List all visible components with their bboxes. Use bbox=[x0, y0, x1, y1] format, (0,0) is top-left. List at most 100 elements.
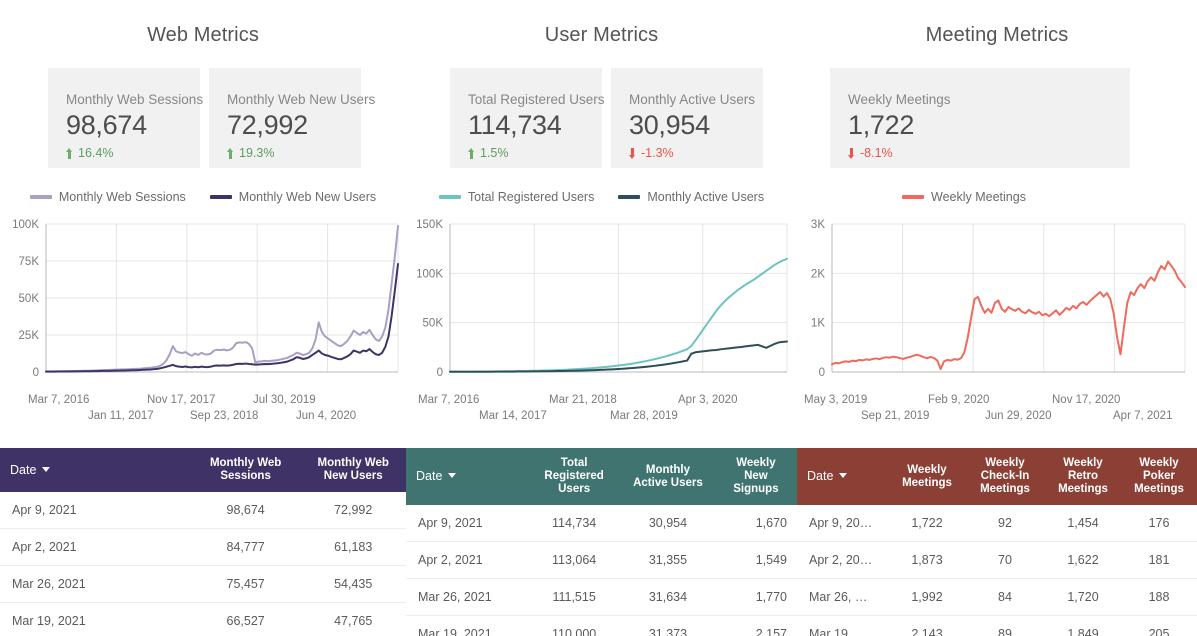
column-header-weekly-new-signups[interactable]: Weekly New Signups bbox=[714, 448, 797, 505]
table-row[interactable]: Apr 9, 2021 98,674 72,992 bbox=[0, 492, 406, 529]
kpi-delta: 19.3% bbox=[227, 145, 361, 161]
cell-date: Apr 9, 20… bbox=[797, 505, 889, 542]
cell-value: 2,157 bbox=[714, 615, 797, 636]
cell-value: 70 bbox=[965, 541, 1045, 579]
x-axis-user: Mar 7, 2016 Mar 14, 2017 Mar 21, 2018 Ma… bbox=[406, 394, 797, 434]
y-tick-label: 2K bbox=[811, 268, 825, 280]
x-axis-web: Mar 7, 2016 Jan 11, 2017 Nov 17, 2017 Se… bbox=[0, 394, 406, 434]
panel-meeting-metrics: Meeting Metrics Weekly Meetings 1,722 -8… bbox=[797, 0, 1197, 636]
column-header-date[interactable]: Date bbox=[406, 448, 528, 505]
arrow-down-icon bbox=[848, 147, 855, 159]
table-row[interactable]: Mar 19, 2021 110,000 31,373 2,157 bbox=[406, 615, 797, 636]
legend-item[interactable]: Monthly Web Sessions bbox=[29, 190, 186, 204]
kpi-card-total-registered-users[interactable]: Total Registered Users 114,734 1.5% bbox=[450, 68, 605, 168]
kpi-card-weekly-meetings[interactable]: Weekly Meetings 1,722 -8.1% bbox=[830, 68, 1130, 168]
table-body: Apr 9, 2021 98,674 72,992 Apr 2, 2021 84,777… bbox=[0, 492, 406, 636]
legend-label: Monthly Web New Users bbox=[238, 190, 377, 204]
kpi-delta: -8.1% bbox=[848, 145, 1130, 161]
legend-label: Monthly Web Sessions bbox=[58, 190, 186, 204]
column-header-date[interactable]: Date bbox=[0, 448, 191, 492]
chart-web-metrics[interactable]: 0 25K 50K 75K 100K bbox=[0, 214, 406, 394]
data-table: Date Weekly Meetings Weekly Check-In Mee… bbox=[797, 448, 1197, 636]
legend-item[interactable]: Weekly Meetings bbox=[902, 190, 1026, 204]
legend-item[interactable]: Monthly Active Users bbox=[618, 190, 764, 204]
table-header-row: Date Monthly Web Sessions Monthly Web Ne… bbox=[0, 448, 406, 492]
kpi-delta-text: 1.5% bbox=[480, 146, 509, 160]
column-header-monthly-web-sessions[interactable]: Monthly Web Sessions bbox=[190, 448, 301, 492]
x-tick-label: Feb 9, 2020 bbox=[928, 394, 990, 406]
column-header-weekly-checkin-meetings[interactable]: Weekly Check-In Meetings bbox=[965, 448, 1045, 505]
table-web-metrics[interactable]: Date Monthly Web Sessions Monthly Web Ne… bbox=[0, 448, 406, 636]
series-line bbox=[831, 260, 1186, 371]
cell-value: 114,734 bbox=[527, 505, 622, 542]
y-tick-label: 3K bbox=[811, 219, 825, 231]
table-row[interactable]: Mar 26, 2021 111,515 31,634 1,770 bbox=[406, 578, 797, 616]
table-row[interactable]: Apr 9, 2021 114,734 30,954 1,670 bbox=[406, 505, 797, 542]
table-row[interactable]: Mar 19, 2021 66,527 47,765 bbox=[0, 602, 406, 636]
cell-value: 31,355 bbox=[621, 541, 715, 579]
y-tick-label: 0 bbox=[437, 367, 443, 379]
chart-user-metrics[interactable]: 0 50K 100K 150K bbox=[406, 214, 797, 394]
line-chart-svg: 0 50K 100K 150K bbox=[416, 219, 788, 379]
column-header-weekly-retro-meetings[interactable]: Weekly Retro Meetings bbox=[1045, 448, 1121, 505]
kpi-delta: 16.4% bbox=[66, 145, 200, 161]
legend-swatch-icon bbox=[618, 195, 641, 199]
cell-date: Mar 26, … bbox=[797, 578, 889, 616]
chart-legend-web: Monthly Web Sessions Monthly Web New Use… bbox=[0, 188, 406, 206]
cell-value: 1,849 bbox=[1045, 615, 1121, 636]
table-user-metrics[interactable]: Date Total Registered Users Monthly Acti… bbox=[406, 448, 797, 636]
cell-value: 30,954 bbox=[621, 505, 715, 542]
table-row[interactable]: Mar 19, … 2,143 89 1,849 205 bbox=[797, 615, 1197, 636]
table-row[interactable]: Mar 26, 2021 75,457 54,435 bbox=[0, 565, 406, 603]
cell-value: 1,770 bbox=[714, 578, 797, 616]
y-tick-label: 50K bbox=[423, 318, 444, 330]
column-header-weekly-poker-meetings[interactable]: Weekly Poker Meetings bbox=[1121, 448, 1197, 505]
cell-date: Apr 9, 2021 bbox=[0, 492, 191, 529]
cell-date: Mar 26, 2021 bbox=[406, 578, 528, 616]
chart-legend-user: Total Registered Users Monthly Active Us… bbox=[406, 188, 797, 206]
table-header-row: Date Total Registered Users Monthly Acti… bbox=[406, 448, 797, 505]
page-title-user: User Metrics bbox=[544, 24, 659, 46]
table-row[interactable]: Apr 9, 20… 1,722 92 1,454 176 bbox=[797, 505, 1197, 542]
kpi-delta-text: 19.3% bbox=[239, 146, 275, 160]
kpi-delta: -1.3% bbox=[629, 145, 763, 161]
column-header-total-registered-users[interactable]: Total Registered Users bbox=[527, 448, 622, 505]
cell-value: 1,720 bbox=[1045, 578, 1121, 616]
chart-legend-meeting: Weekly Meetings bbox=[797, 188, 1197, 206]
table-meeting-metrics[interactable]: Date Weekly Meetings Weekly Check-In Mee… bbox=[797, 448, 1197, 636]
legend-item[interactable]: Monthly Web New Users bbox=[209, 190, 377, 204]
page-title-meeting: Meeting Metrics bbox=[925, 24, 1069, 46]
chart-meeting-metrics[interactable]: 0 1K 2K 3K bbox=[797, 214, 1197, 394]
kpi-value: 72,992 bbox=[227, 110, 308, 140]
page-title-web: Web Metrics bbox=[147, 24, 259, 46]
x-tick-label: Sep 21, 2019 bbox=[861, 410, 930, 422]
table-row[interactable]: Apr 2, 20… 1,873 70 1,622 181 bbox=[797, 541, 1197, 579]
cell-value: 84,777 bbox=[190, 528, 301, 566]
table-body: Apr 9, 20… 1,722 92 1,454 176 Apr 2, 20… 1,873… bbox=[797, 505, 1197, 636]
column-header-date[interactable]: Date bbox=[797, 448, 889, 505]
kpi-row-user: Total Registered Users 114,734 1.5% Mont… bbox=[450, 68, 797, 168]
kpi-card-monthly-web-sessions[interactable]: Monthly Web Sessions 98,674 16.4% bbox=[48, 68, 203, 168]
cell-value: 110,000 bbox=[527, 615, 622, 636]
cell-date: Apr 2, 2021 bbox=[406, 541, 528, 579]
x-tick-label: Sep 23, 2018 bbox=[190, 410, 259, 422]
table-row[interactable]: Apr 2, 2021 113,064 31,355 1,549 bbox=[406, 541, 797, 579]
arrow-down-icon bbox=[629, 147, 636, 159]
column-header-monthly-active-users[interactable]: Monthly Active Users bbox=[621, 448, 715, 505]
cell-value: 113,064 bbox=[527, 541, 622, 579]
table-row[interactable]: Mar 26, … 1,992 84 1,720 188 bbox=[797, 578, 1197, 616]
table-row[interactable]: Apr 2, 2021 84,777 61,183 bbox=[0, 528, 406, 566]
kpi-card-monthly-web-new-users[interactable]: Monthly Web New Users 72,992 19.3% bbox=[209, 68, 375, 168]
chevron-down-icon bbox=[42, 466, 51, 472]
x-tick-label: Nov 17, 2017 bbox=[147, 394, 216, 406]
cell-date: Mar 19, 2021 bbox=[0, 602, 191, 636]
table-head: Date Monthly Web Sessions Monthly Web Ne… bbox=[0, 448, 406, 492]
kpi-card-monthly-active-users[interactable]: Monthly Active Users 30,954 -1.3% bbox=[611, 68, 763, 168]
arrow-up-icon bbox=[66, 147, 73, 159]
legend-item[interactable]: Total Registered Users bbox=[438, 190, 594, 204]
y-tick-label: 150K bbox=[416, 219, 443, 231]
column-header-monthly-web-new-users[interactable]: Monthly Web New Users bbox=[300, 448, 406, 492]
column-header-weekly-meetings[interactable]: Weekly Meetings bbox=[889, 448, 965, 505]
cell-value: 111,515 bbox=[527, 578, 622, 616]
cell-value: 1,454 bbox=[1045, 505, 1121, 542]
